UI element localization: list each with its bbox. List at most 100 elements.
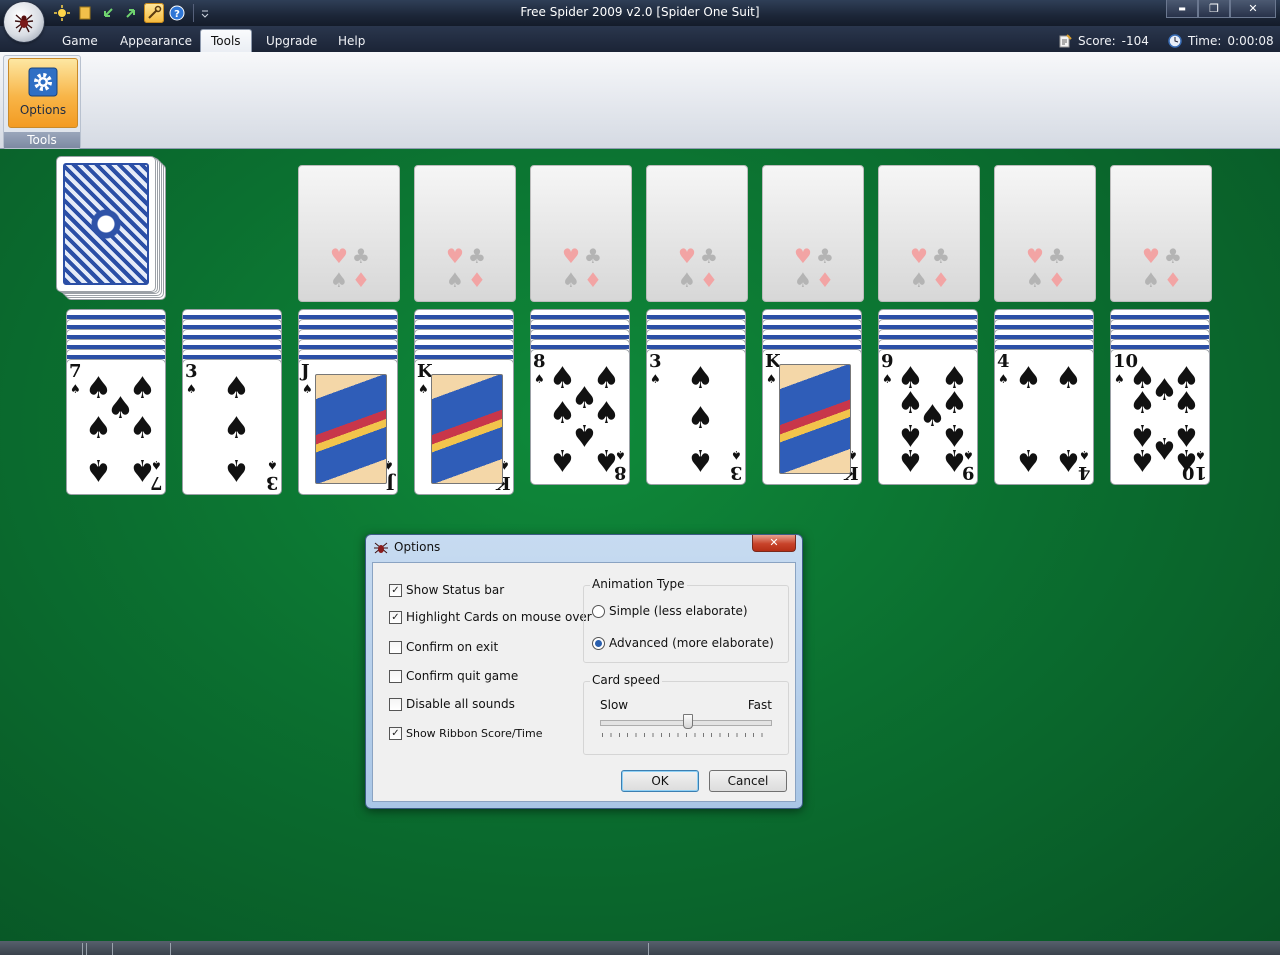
animation-type-group: Animation Type Simple (less elaborate) A… xyxy=(583,577,789,663)
foundation-slot[interactable]: ♥ ♣ ♠ ♦ xyxy=(530,165,632,302)
spade-pip-icon: ♠ xyxy=(897,442,924,477)
spade-pip-icon: ♠ xyxy=(1129,442,1156,477)
spade-icon: ♠ xyxy=(302,382,313,396)
time-display: Time: 0:00:08 xyxy=(1168,34,1274,48)
spade-pip-icon: ♠ xyxy=(1129,386,1156,421)
tableau-card[interactable]: J ♠ J ♠ xyxy=(298,359,398,495)
suits-placeholder-icon: ♥ ♣ ♠ ♦ xyxy=(446,244,486,292)
spade-icon: ♠ xyxy=(534,372,545,386)
card-rank: 3 xyxy=(266,472,279,493)
show-ribbon-score-checkbox[interactable]: ✓ Show Ribbon Score/Time xyxy=(389,727,542,740)
spade-pip-icon: ♠ xyxy=(593,442,620,477)
suits-placeholder-icon: ♥ ♣ ♠ ♦ xyxy=(910,244,950,292)
spider-icon xyxy=(14,14,34,33)
checkbox-box[interactable] xyxy=(389,697,402,711)
foundation-slot[interactable]: ♥ ♣ ♠ ♦ xyxy=(414,165,516,302)
highlight-cards-checkbox[interactable]: ✓ Highlight Cards on mouse over xyxy=(389,610,592,624)
foundation-slot[interactable]: ♥ ♣ ♠ ♦ xyxy=(298,165,400,302)
tableau-card[interactable]: 3 ♠ 3 ♠ ♠ ♠ ♠ xyxy=(182,359,282,495)
cancel-button[interactable]: Cancel xyxy=(709,770,787,792)
tableau-card[interactable]: K ♠ K ♠ xyxy=(414,359,514,495)
foundation-slot[interactable]: ♥ ♣ ♠ ♦ xyxy=(878,165,980,302)
score-icon xyxy=(1059,34,1072,48)
window-title: Free Spider 2009 v2.0 [Spider One Suit] xyxy=(520,5,760,19)
tableau-card[interactable]: 4 ♠ 4 ♠ ♠ ♠ ♠ ♠ xyxy=(994,349,1094,485)
options-button-label: Options xyxy=(19,103,67,117)
checkbox-box[interactable] xyxy=(389,669,402,683)
options-button[interactable]: Options xyxy=(8,58,78,128)
foundation-slot[interactable]: ♥ ♣ ♠ ♦ xyxy=(762,165,864,302)
card-speed-slider-thumb[interactable] xyxy=(683,714,693,729)
score-label: Score: xyxy=(1078,34,1116,48)
spade-pip-icon: ♠ xyxy=(129,411,156,446)
checkbox-box[interactable] xyxy=(389,640,402,654)
spade-pip-icon: ♠ xyxy=(85,411,112,446)
options-dialog: Options ✕ ✓ Show Status bar ✓ Highlight … xyxy=(365,534,803,809)
radio-button[interactable] xyxy=(592,636,605,650)
checkbox-box[interactable]: ✓ xyxy=(389,610,402,624)
tableau-card[interactable]: 3 ♠ 3 ♠ ♠ ♠ ♠ xyxy=(646,349,746,485)
gear-icon xyxy=(28,67,58,97)
ok-button[interactable]: OK xyxy=(621,770,699,792)
dialog-close-button[interactable]: ✕ xyxy=(752,535,796,552)
foundation-slot[interactable]: ♥ ♣ ♠ ♦ xyxy=(646,165,748,302)
menu-tab-bar: Game Appearance Tools Upgrade Help Score… xyxy=(0,26,1280,53)
spade-pip-icon: ♠ xyxy=(941,442,968,477)
tableau-card[interactable]: 8 ♠ 8 ♠ ♠ ♠ ♠ ♠ ♠ ♠ ♠ ♠ xyxy=(530,349,630,485)
foundation-slot[interactable]: ♥ ♣ ♠ ♦ xyxy=(1110,165,1212,302)
spade-pip-icon: ♠ xyxy=(85,452,112,487)
show-status-bar-checkbox[interactable]: ✓ Show Status bar xyxy=(389,583,504,597)
close-button[interactable]: ✕ xyxy=(1230,0,1276,18)
checkbox-box[interactable]: ✓ xyxy=(389,583,402,597)
slider-ticks xyxy=(602,733,770,737)
checkbox-box[interactable]: ✓ xyxy=(389,727,402,740)
tab-help[interactable]: Help xyxy=(328,30,375,52)
face-card-art xyxy=(779,364,851,474)
disable-sounds-checkbox[interactable]: Disable all sounds xyxy=(389,697,515,711)
maximize-button[interactable]: ❐ xyxy=(1198,0,1230,18)
face-card-art xyxy=(431,374,503,484)
card-rank: 3 xyxy=(649,351,662,372)
score-display: Score: -104 xyxy=(1058,34,1149,48)
app-menu-button[interactable] xyxy=(4,2,44,42)
animation-advanced-radio[interactable]: Advanced (more elaborate) xyxy=(592,636,774,650)
card-rank: 9 xyxy=(881,351,894,372)
spade-pip-icon: ♠ xyxy=(223,371,250,406)
spade-pip-icon: ♠ xyxy=(687,361,714,396)
dialog-title: Options xyxy=(394,540,441,554)
card-speed-group: Card speed Slow Fast xyxy=(583,673,789,755)
tableau-card[interactable]: 10 ♠ 10 ♠ ♠ ♠ ♠ ♠ ♠ ♠ ♠ ♠ ♠ ♠ xyxy=(1110,349,1210,485)
animation-simple-radio[interactable]: Simple (less elaborate) xyxy=(592,604,748,618)
spade-pip-icon: ♠ xyxy=(1055,442,1082,477)
speed-fast-label: Fast xyxy=(747,698,772,712)
radio-button[interactable] xyxy=(592,604,605,618)
time-label: Time: xyxy=(1188,34,1222,48)
spade-pip-icon: ♠ xyxy=(1015,442,1042,477)
spade-icon: ♠ xyxy=(882,372,893,386)
spade-pip-icon: ♠ xyxy=(129,452,156,487)
card-rank: J xyxy=(301,361,310,382)
spade-pip-icon: ♠ xyxy=(1173,442,1200,477)
tableau-card[interactable]: K ♠ K ♠ xyxy=(762,349,862,485)
tab-appearance[interactable]: Appearance xyxy=(110,30,202,52)
spade-icon: ♠ xyxy=(998,372,1009,386)
tableau-card[interactable]: 9 ♠ 9 ♠ ♠ ♠ ♠ ♠ ♠ ♠ ♠ ♠ ♠ xyxy=(878,349,978,485)
ribbon-group-tools: Options Tools xyxy=(3,55,81,149)
tableau-card[interactable]: 7 ♠ 7 ♠ ♠ ♠ ♠ ♠ ♠ ♠ ♠ xyxy=(66,359,166,495)
foundation-slot[interactable]: ♥ ♣ ♠ ♦ xyxy=(994,165,1096,302)
spade-icon: ♠ xyxy=(418,382,429,396)
minimize-button[interactable]: ▬ xyxy=(1166,0,1198,18)
spade-icon: ♠ xyxy=(70,382,81,396)
window-controls: ▬ ❐ ✕ xyxy=(1166,0,1276,18)
confirm-exit-checkbox[interactable]: Confirm on exit xyxy=(389,640,498,654)
status-bar xyxy=(0,941,1280,955)
suits-placeholder-icon: ♥ ♣ ♠ ♦ xyxy=(678,244,718,292)
score-value: -104 xyxy=(1121,34,1149,48)
card-rank: J xyxy=(386,472,395,493)
tab-tools[interactable]: Tools xyxy=(200,29,252,53)
tab-upgrade[interactable]: Upgrade xyxy=(256,30,327,52)
tab-game[interactable]: Game xyxy=(52,30,108,52)
confirm-quit-checkbox[interactable]: Confirm quit game xyxy=(389,669,518,683)
spade-icon: ♠ xyxy=(731,448,742,462)
card-rank: 4 xyxy=(997,351,1010,372)
